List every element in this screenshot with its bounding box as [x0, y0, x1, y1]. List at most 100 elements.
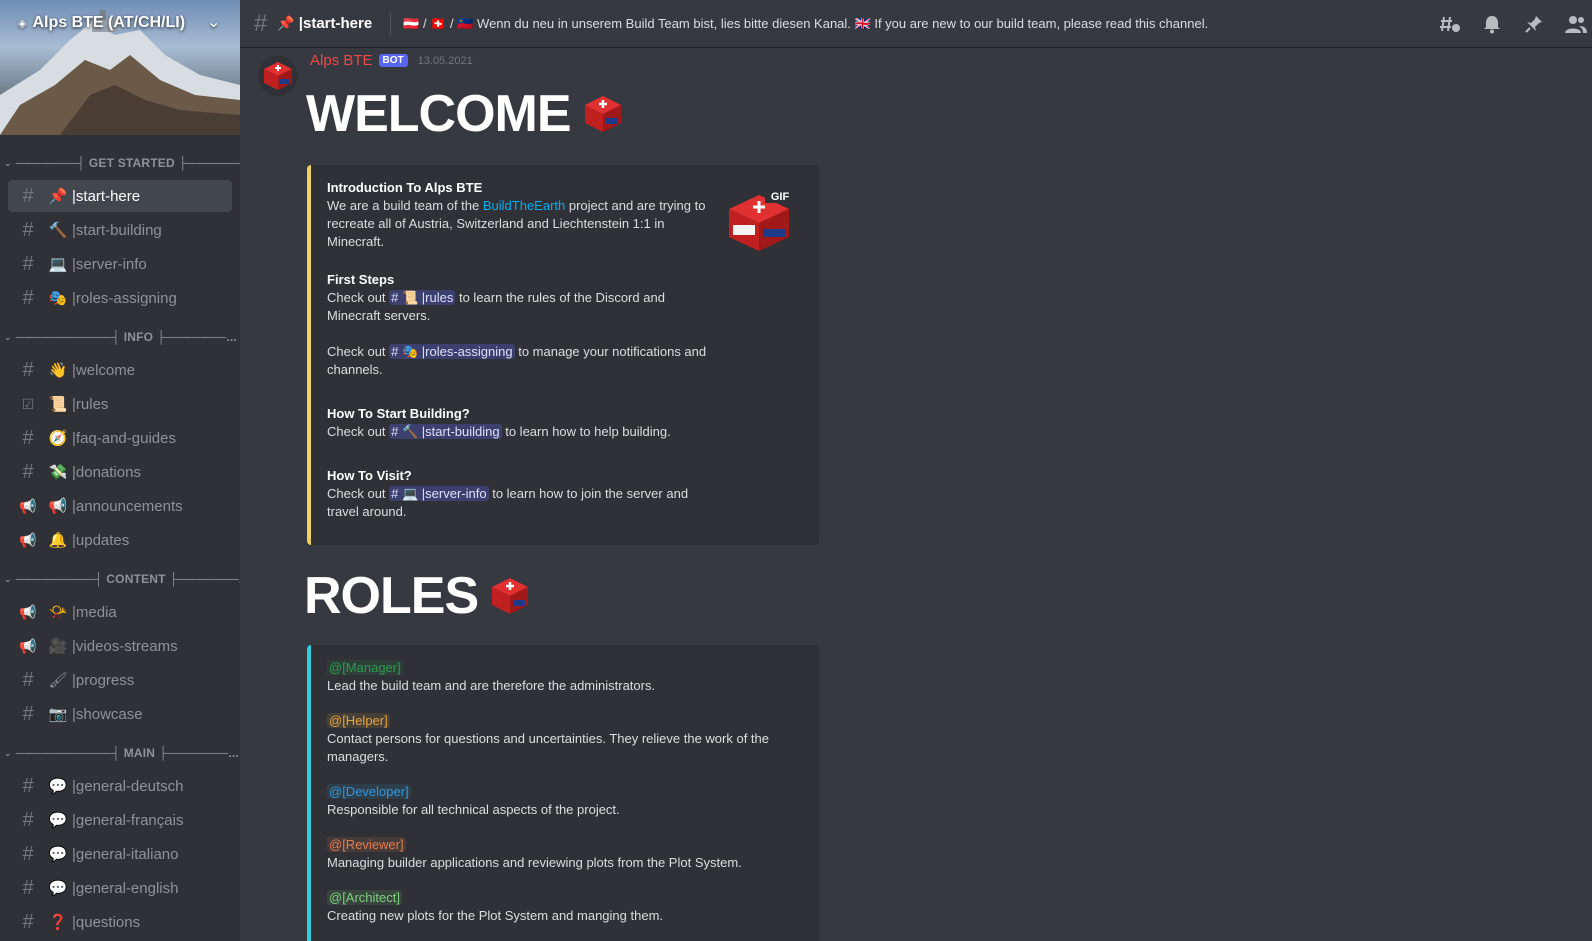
chevron-down-icon: ⌄ — [4, 157, 12, 168]
category-label: ───────────┤ INFO ├───────... — [15, 330, 237, 344]
channel-emoji-icon: 👋 — [48, 362, 68, 379]
role-mention[interactable]: @[Reviewer] — [327, 837, 406, 852]
role-description: Contact persons for questions and uncert… — [327, 731, 770, 764]
chevron-down-icon: ⌄ — [4, 331, 12, 342]
rules-channel-mention[interactable]: # 📜 |rules — [389, 290, 456, 305]
gif-thumbnail[interactable]: GIF — [729, 185, 799, 255]
channel-emoji-icon: 💻 — [48, 256, 68, 273]
channel-item-general-italiano[interactable]: # 💬 |general-italiano — [8, 838, 232, 870]
intro-title: Introduction To Alps BTE — [327, 180, 483, 195]
rules-channel-icon: ☑ — [21, 395, 35, 412]
role-mention[interactable]: @[Developer] — [327, 784, 411, 799]
channel-header: # 📌 |start-here 🇦🇹 / 🇨🇭 / 🇱🇮 Wenn du neu… — [240, 0, 1592, 48]
channel-item-server-info[interactable]: # 💻 |server-info — [8, 248, 232, 280]
threads-icon[interactable] — [1438, 12, 1462, 36]
chevron-down-icon: ⌄ — [4, 747, 12, 758]
channel-item-general-english[interactable]: # 💬 |general-english — [8, 872, 232, 904]
role-description: Lead the build team and are therefore th… — [327, 678, 656, 693]
welcome-embed: GIF Introduction To Alps BTE We are a bu… — [307, 165, 819, 545]
channel-item-announcements[interactable]: 📢 📢 |announcements — [8, 490, 232, 522]
channel-emoji-icon: ❓ — [48, 914, 68, 931]
roles-embed: @[Manager] Lead the build team and are th… — [307, 645, 819, 941]
welcome-title-text: WELCOME — [306, 85, 572, 143]
visit-field: How To Visit? Check out # 💻 |server-info… — [327, 467, 717, 521]
hashtag-icon: # — [22, 774, 34, 797]
channel-item-start-here[interactable]: # 📌 |start-here — [8, 180, 232, 212]
channel-name: |media — [72, 603, 117, 621]
message-list: Alps BTE BOT 13.05.2021 WELCOME GIF Intr… — [240, 48, 1592, 941]
channel-item-questions[interactable]: # ❓ |questions — [8, 906, 232, 938]
channel-item-roles-assigning[interactable]: # 🎭 |roles-assigning — [8, 282, 232, 314]
bot-avatar[interactable] — [258, 56, 298, 96]
channel-item-general-français[interactable]: # 💬 |general-français — [8, 804, 232, 836]
channel-item-start-building[interactable]: # 🔨 |start-building — [8, 214, 232, 246]
channel-emoji-icon: 💸 — [48, 464, 68, 481]
role-field: @[Architect] Creating new plots for the P… — [327, 889, 787, 925]
first-steps-title: First Steps — [327, 272, 395, 287]
bot-tag: BOT — [378, 54, 408, 67]
channel-list: ⌄ ───────┤ GET STARTED ├───────... # 📌 |star… — [0, 146, 240, 940]
announcement-icon: 📢 — [19, 531, 37, 548]
server-info-channel-mention[interactable]: # 💻 |server-info — [389, 486, 489, 501]
channel-name: |general-deutsch — [72, 777, 184, 795]
hashtag-icon: # — [22, 358, 34, 381]
author-name[interactable]: Alps BTE — [310, 52, 373, 69]
channel-title: |start-here — [298, 15, 373, 32]
chevron-down-icon[interactable]: ⌄ — [207, 12, 220, 32]
category-header[interactable]: ⌄ ─────────┤ CONTENT ├───────... — [0, 568, 240, 590]
first-steps-field: First Steps Check out # 📜 |rules to lear… — [327, 271, 717, 379]
server-banner[interactable]: ◈ Alps BTE (AT/CH/LI) ⌄ — [0, 0, 240, 135]
role-mention[interactable]: @[Manager] — [327, 660, 403, 675]
channel-item-rules[interactable]: ☑ 📜 |rules — [8, 388, 232, 420]
alps-cube-icon — [264, 62, 292, 90]
category-header[interactable]: ⌄ ───────────┤ MAIN ├───────... — [0, 742, 240, 764]
hashtag-icon: # — [22, 218, 34, 241]
channel-name: |videos-streams — [72, 637, 178, 655]
channel-name: |start-building — [72, 221, 162, 239]
channel-emoji-icon: 💬 — [48, 778, 68, 795]
bell-icon[interactable] — [1480, 12, 1504, 36]
channel-item-faq-and-guides[interactable]: # 🧭 |faq-and-guides — [8, 422, 232, 454]
header-divider — [390, 11, 392, 36]
hashtag-icon: # — [22, 460, 34, 483]
channel-name: |welcome — [72, 361, 136, 379]
channel-item-donations[interactable]: # 💸 |donations — [8, 456, 232, 488]
role-field: @[Manager] Lead the build team and are th… — [327, 659, 787, 695]
server-sidebar: ◈ Alps BTE (AT/CH/LI) ⌄ ⌄ ───────┤ GET ST… — [0, 0, 240, 941]
members-icon[interactable] — [1564, 12, 1588, 36]
hashtag-icon: # — [22, 426, 34, 449]
channel-emoji-icon: 📢 — [48, 498, 68, 515]
start-building-field: How To Start Building? Check out # 🔨 |st… — [327, 405, 717, 441]
pin-icon[interactable] — [1522, 12, 1546, 36]
channel-item-showcase[interactable]: # 📷 |showcase — [8, 698, 232, 730]
channel-name: |faq-and-guides — [72, 429, 176, 447]
channel-item-videos-streams[interactable]: 📢 🎥 |videos-streams — [8, 630, 232, 662]
category-header[interactable]: ⌄ ───────┤ GET STARTED ├───────... — [0, 152, 240, 174]
server-name-label: Alps BTE (AT/CH/LI) — [32, 14, 186, 31]
visit-title: How To Visit? — [327, 468, 412, 483]
channel-emoji-icon: 🖌 — [48, 672, 68, 689]
roles-channel-mention[interactable]: # 🎭 |roles-assigning — [389, 344, 515, 359]
channel-item-media[interactable]: 📢 📯 |media — [8, 596, 232, 628]
welcome-title: WELCOME — [306, 84, 623, 144]
buildtheearth-link[interactable]: BuildTheEarth — [483, 198, 565, 213]
role-description: Creating new plots for the Plot System a… — [327, 908, 664, 923]
roles-title-text: ROLES — [304, 567, 479, 625]
roles-title: ROLES — [304, 566, 530, 626]
channel-emoji-icon: 🔔 — [48, 532, 68, 549]
channel-name: |updates — [72, 531, 130, 549]
channel-item-updates[interactable]: 📢 🔔 |updates — [8, 524, 232, 556]
channel-topic[interactable]: 🇦🇹 / 🇨🇭 / 🇱🇮 Wenn du neu in unserem Buil… — [403, 16, 1233, 32]
channel-item-general-deutsch[interactable]: # 💬 |general-deutsch — [8, 770, 232, 802]
category-header[interactable]: ⌄ ───────────┤ INFO ├───────... — [0, 326, 240, 348]
role-mention[interactable]: @[Helper] — [327, 713, 390, 728]
start-building-channel-mention[interactable]: # 🔨 |start-building — [389, 424, 502, 439]
channel-item-progress[interactable]: # 🖌 |progress — [8, 664, 232, 696]
server-name[interactable]: ◈ Alps BTE (AT/CH/LI) — [18, 14, 185, 32]
channel-emoji-icon: 📯 — [48, 604, 68, 621]
intro-field: Introduction To Alps BTE We are a build … — [327, 179, 717, 251]
channel-item-welcome[interactable]: # 👋 |welcome — [8, 354, 232, 386]
chevron-down-icon: ⌄ — [4, 573, 12, 584]
role-mention[interactable]: @[Architect] — [327, 890, 402, 905]
channel-name: |showcase — [72, 705, 143, 723]
